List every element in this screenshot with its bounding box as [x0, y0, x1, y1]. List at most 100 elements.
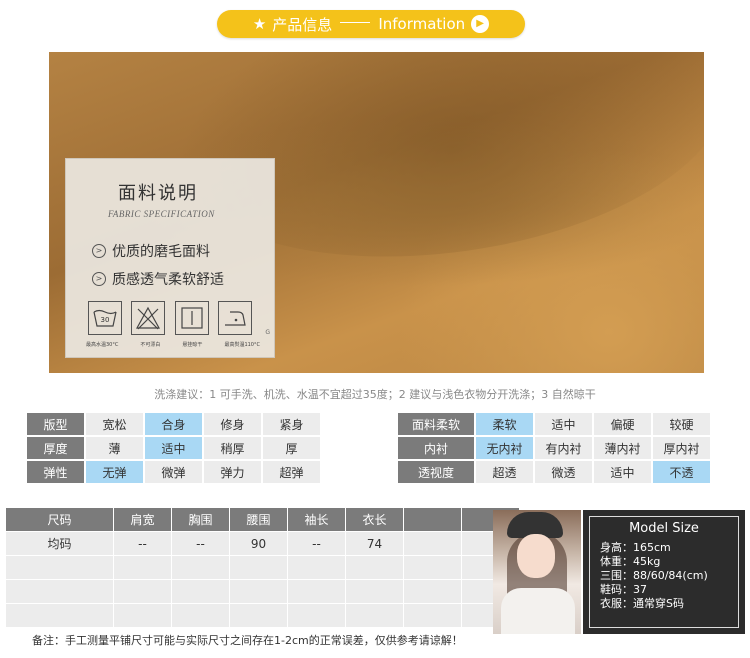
fabric-spec-card: 面料说明 FABRIC SPECIFICATION > 优质的磨毛面料 > 质感…	[65, 158, 275, 358]
fabric-photo: 面料说明 FABRIC SPECIFICATION > 优质的磨毛面料 > 质感…	[49, 52, 704, 373]
size-header-row: 尺码 肩宽 胸围 腰围 袖长 衣长	[6, 508, 519, 531]
care-label: 最高熨温110°C	[224, 342, 260, 348]
iron-110-icon	[217, 301, 252, 335]
size-table: 尺码 肩宽 胸围 腰围 袖长 衣长 均码 -- -- 90 -- 74	[5, 507, 520, 628]
attribute-label: 面料柔软	[398, 413, 474, 435]
size-cell	[288, 580, 345, 603]
attribute-row: 内衬 无内衬 有内衬 薄内衬 厚内衬	[398, 437, 710, 459]
no-bleach-icon	[131, 301, 166, 335]
wash-advice: 洗涤建议：1 可手洗、机洗、水温不宜超过35度；2 建议与浅色衣物分开洗涤；3 …	[154, 388, 596, 401]
model-size-row: 身高：165cm	[600, 541, 671, 554]
size-cell	[288, 556, 345, 579]
size-cell	[114, 604, 171, 627]
attribute-option: 较硬	[653, 413, 710, 435]
fabric-card-subtitle: FABRIC SPECIFICATION	[108, 209, 215, 219]
size-cell	[230, 556, 287, 579]
size-header: 胸围	[172, 508, 229, 531]
attribute-option: 紧身	[263, 413, 320, 435]
fabric-feature-text: 质感透气柔软舒适	[112, 272, 224, 288]
care-label: 不可漂白	[140, 342, 161, 348]
size-cell	[230, 604, 287, 627]
size-header	[404, 508, 461, 531]
info-banner: ★ 产品信息 Information ▶	[217, 10, 525, 38]
model-size-frame: Model Size 身高：165cm 体重：45kg 三围：88/60/84(…	[589, 516, 739, 628]
fabric-card-title: 面料说明	[118, 183, 198, 204]
attribute-option: 适中	[594, 461, 651, 483]
attribute-label: 透视度	[398, 461, 474, 483]
attribute-option: 修身	[204, 413, 261, 435]
attribute-option: 偏硬	[594, 413, 651, 435]
banner-title-cn: 产品信息	[272, 15, 333, 34]
attribute-option: 有内衬	[535, 437, 592, 459]
attribute-table-right: 面料柔软 柔软 适中 偏硬 较硬 内衬 无内衬 有内衬 薄内衬 厚内衬 透视度 …	[396, 411, 712, 485]
size-cell	[172, 604, 229, 627]
fabric-feature-2: > 质感透气柔软舒适	[92, 269, 224, 289]
size-cell	[346, 604, 403, 627]
size-cell: --	[114, 532, 171, 555]
size-cell	[230, 580, 287, 603]
model-photo	[493, 510, 581, 634]
size-header: 衣长	[346, 508, 403, 531]
banner-title-en: Information	[378, 15, 466, 33]
size-cell: 90	[230, 532, 287, 555]
attribute-option: 微透	[535, 461, 592, 483]
chevron-right-icon: >	[92, 272, 106, 286]
size-cell	[404, 532, 461, 555]
size-cell	[114, 556, 171, 579]
model-size-row: 体重：45kg	[600, 555, 661, 568]
model-size-row: 三围：88/60/84(cm)	[600, 569, 708, 582]
model-size-title: Model Size	[629, 521, 699, 536]
size-row	[6, 556, 519, 579]
care-label: 最高水温30°C	[86, 342, 119, 348]
size-cell	[6, 604, 113, 627]
size-row	[6, 580, 519, 603]
size-cell	[288, 604, 345, 627]
size-cell	[346, 556, 403, 579]
size-header: 肩宽	[114, 508, 171, 531]
hang-dry-icon	[174, 301, 209, 335]
attribute-option: 弹力	[204, 461, 261, 483]
play-arrow-icon: ▶	[471, 15, 490, 33]
attribute-option-selected: 不透	[653, 461, 710, 483]
size-cell: 74	[346, 532, 403, 555]
attribute-option: 厚	[263, 437, 320, 459]
model-coat	[501, 588, 575, 634]
star-icon: ★	[252, 15, 267, 33]
attribute-option: 厚内衬	[653, 437, 710, 459]
size-cell	[172, 556, 229, 579]
attribute-option: 宽松	[86, 413, 143, 435]
care-icons: 30	[88, 301, 252, 335]
model-size-panel: Model Size 身高：165cm 体重：45kg 三围：88/60/84(…	[583, 510, 745, 634]
attribute-option-selected: 适中	[145, 437, 202, 459]
size-cell: --	[172, 532, 229, 555]
attribute-label: 内衬	[398, 437, 474, 459]
measurement-note: 备注：手工测量平铺尺寸可能与实际尺寸之间存在1-2cm的正常误差，仅供参考请谅解…	[32, 634, 463, 647]
attribute-option: 微弹	[145, 461, 202, 483]
attribute-row: 厚度 薄 适中 稍厚 厚	[27, 437, 320, 459]
size-header: 腰围	[230, 508, 287, 531]
fabric-feature-1: > 优质的磨毛面料	[92, 241, 210, 261]
size-cell	[404, 556, 461, 579]
size-cell: --	[288, 532, 345, 555]
attribute-option: 稍厚	[204, 437, 261, 459]
care-label: 悬挂晾干	[182, 342, 203, 348]
model-face	[517, 534, 555, 578]
attribute-row: 面料柔软 柔软 适中 偏硬 较硬	[398, 413, 710, 435]
attribute-option: 适中	[535, 413, 592, 435]
care-labels: 最高水温30°C 不可漂白 悬挂晾干 最高熨温110°C	[86, 341, 260, 348]
wash-temp-text: 30	[101, 316, 110, 324]
card-mark: G	[265, 329, 270, 336]
attribute-label: 版型	[27, 413, 84, 435]
size-cell: 均码	[6, 532, 113, 555]
size-cell	[6, 580, 113, 603]
size-header: 袖长	[288, 508, 345, 531]
attribute-option-selected: 无弹	[86, 461, 143, 483]
chevron-right-icon: >	[92, 244, 106, 258]
attribute-label: 厚度	[27, 437, 84, 459]
banner-divider	[340, 21, 371, 23]
wash-30-icon: 30	[88, 301, 122, 335]
model-size-row: 鞋码：37	[600, 583, 647, 596]
attribute-option: 超弹	[263, 461, 320, 483]
attribute-row: 版型 宽松 合身 修身 紧身	[27, 413, 320, 435]
attribute-option: 薄	[86, 437, 143, 459]
